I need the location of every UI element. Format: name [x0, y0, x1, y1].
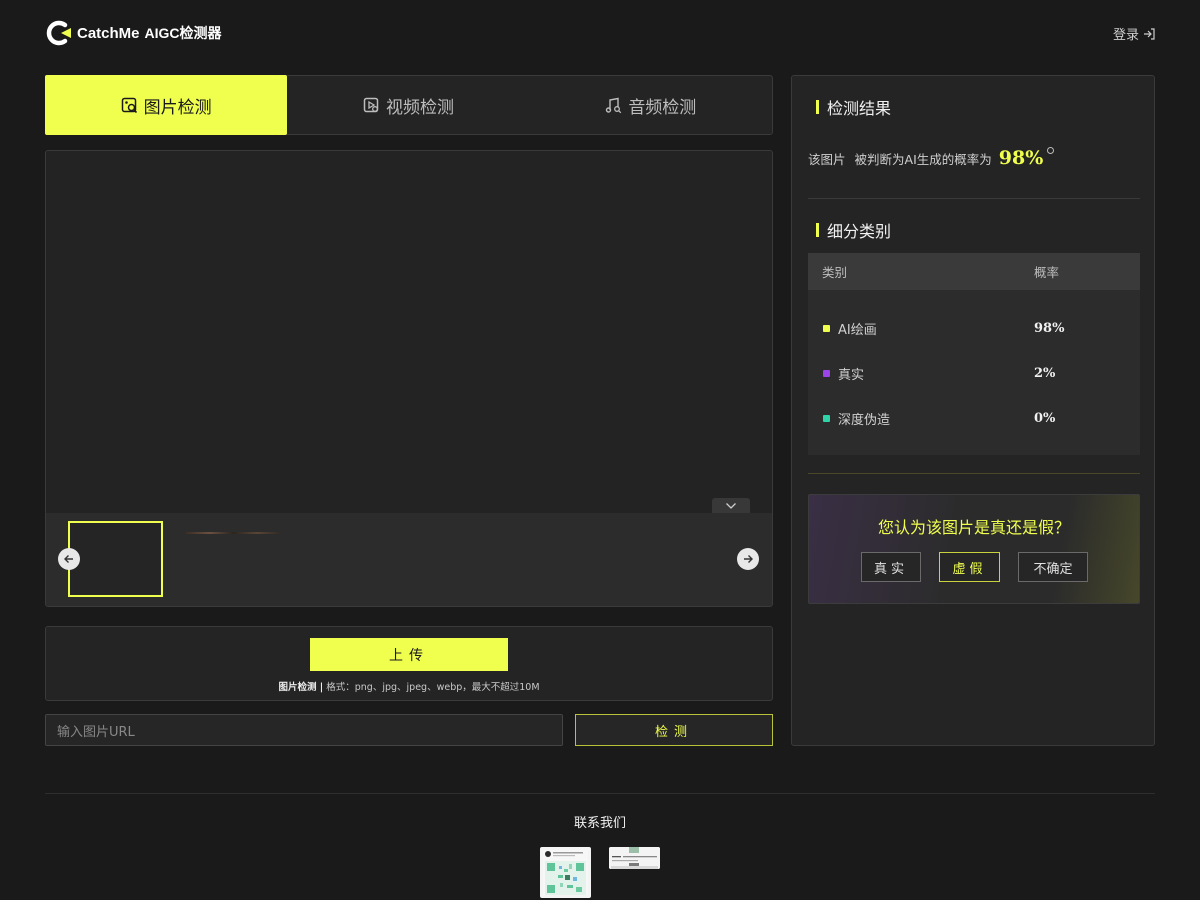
arrow-left-icon	[64, 555, 73, 563]
thumbnail-strip	[46, 513, 772, 606]
tab-audio-detection[interactable]: 音频检测	[530, 76, 772, 134]
arrow-right-icon	[744, 555, 753, 563]
catchme-logo-icon	[45, 19, 75, 47]
detection-tabs: 图片检测 视频检测 音频检测	[45, 75, 773, 135]
category-color-dot	[823, 324, 830, 332]
table-row: 真实 2%	[808, 363, 1140, 383]
category-value: 0%	[1034, 410, 1056, 426]
divider	[808, 473, 1140, 474]
upload-hint-formats: 格式：png、jpg、jpeg、webp，最大不超过10M	[323, 682, 540, 693]
upload-panel: 上传 图片检测 | 格式：png、jpg、jpeg、webp，最大不超过10M	[45, 626, 773, 701]
login-label: 登录	[1112, 28, 1139, 43]
login-arrow-icon	[1144, 27, 1155, 40]
vote-unsure-button[interactable]: 不确定	[1018, 552, 1088, 582]
column-category: 类别	[822, 265, 848, 280]
info-icon[interactable]	[1047, 147, 1055, 154]
category-value: 98%	[1034, 320, 1065, 336]
category-label: 真实	[838, 367, 865, 383]
category-label: 深度伪造	[838, 412, 891, 428]
image-url-input[interactable]: 输入图片URL	[45, 714, 563, 746]
column-probability: 概率	[1034, 265, 1060, 280]
divider	[808, 198, 1140, 199]
contact-qr-card	[609, 847, 660, 869]
tab-label: 图片检测	[143, 97, 212, 118]
music-search-icon	[606, 97, 622, 113]
chevron-down-icon	[726, 503, 736, 509]
video-play-icon	[363, 97, 379, 112]
result-prefix: 该图片	[808, 152, 846, 167]
upload-hint: 图片检测 | 格式：png、jpg、jpeg、webp，最大不超过10M	[46, 679, 772, 693]
vote-question: 您认为该图片是真还是假？	[877, 518, 1070, 537]
login-link[interactable]: 登录	[1113, 24, 1155, 43]
table-header: 类别 概率	[808, 253, 1140, 290]
upload-button[interactable]: 上传	[310, 638, 508, 671]
prev-thumbnail-button[interactable]	[58, 548, 80, 570]
result-text: 被判断为AI生成的概率为	[854, 152, 992, 167]
tab-image-detection[interactable]: 图片检测	[45, 75, 288, 135]
table-row: 深度伪造 0%	[808, 408, 1140, 428]
contact-us-title: 联系我们	[573, 816, 626, 831]
tab-label: 视频检测	[385, 97, 454, 118]
wechat-qr-code	[540, 847, 591, 898]
vote-card: 您认为该图片是真还是假？ 真实 虚假 不确定	[808, 494, 1140, 604]
upload-hint-type: 图片检测 |	[278, 682, 324, 693]
table-row: AI绘画 98%	[808, 318, 1140, 338]
logo[interactable]: CatchMe AIGC检测器	[45, 19, 222, 47]
category-value: 2%	[1034, 365, 1056, 381]
result-summary: 该图片 被判断为AI生成的概率为 98%	[808, 147, 1055, 169]
next-thumbnail-button[interactable]	[737, 548, 759, 570]
brand-name: CatchMe	[77, 24, 140, 42]
url-placeholder: 输入图片URL	[57, 724, 135, 740]
tab-video-detection[interactable]: 视频检测	[287, 76, 529, 134]
thumbnail-image[interactable]	[186, 532, 281, 534]
thumbnail-selected[interactable]	[68, 521, 163, 597]
results-title: 检测结果	[816, 95, 891, 119]
collapse-toggle[interactable]	[712, 498, 750, 514]
results-panel: 检测结果 该图片 被判断为AI生成的概率为 98% 细分类别 类别 概率 AI绘…	[791, 75, 1155, 746]
footer-divider	[45, 793, 1155, 794]
vote-fake-button[interactable]: 虚假	[939, 552, 1000, 582]
image-preview	[46, 151, 772, 513]
tab-label: 音频检测	[628, 97, 697, 118]
detect-button[interactable]: 检测	[575, 714, 773, 746]
header: CatchMe AIGC检测器 登录	[0, 0, 1200, 66]
vote-real-button[interactable]: 真实	[861, 552, 921, 582]
breakdown-title: 细分类别	[816, 218, 891, 242]
category-color-dot	[823, 369, 830, 377]
image-viewer	[45, 150, 773, 607]
image-search-icon	[121, 97, 137, 113]
category-table: 类别 概率 AI绘画 98% 真实 2% 深度伪造 0%	[808, 253, 1140, 455]
category-label: AI绘画	[838, 322, 877, 338]
brand-subtitle: AIGC检测器	[144, 25, 222, 41]
category-color-dot	[823, 414, 830, 422]
ai-probability: 98%	[998, 147, 1044, 169]
